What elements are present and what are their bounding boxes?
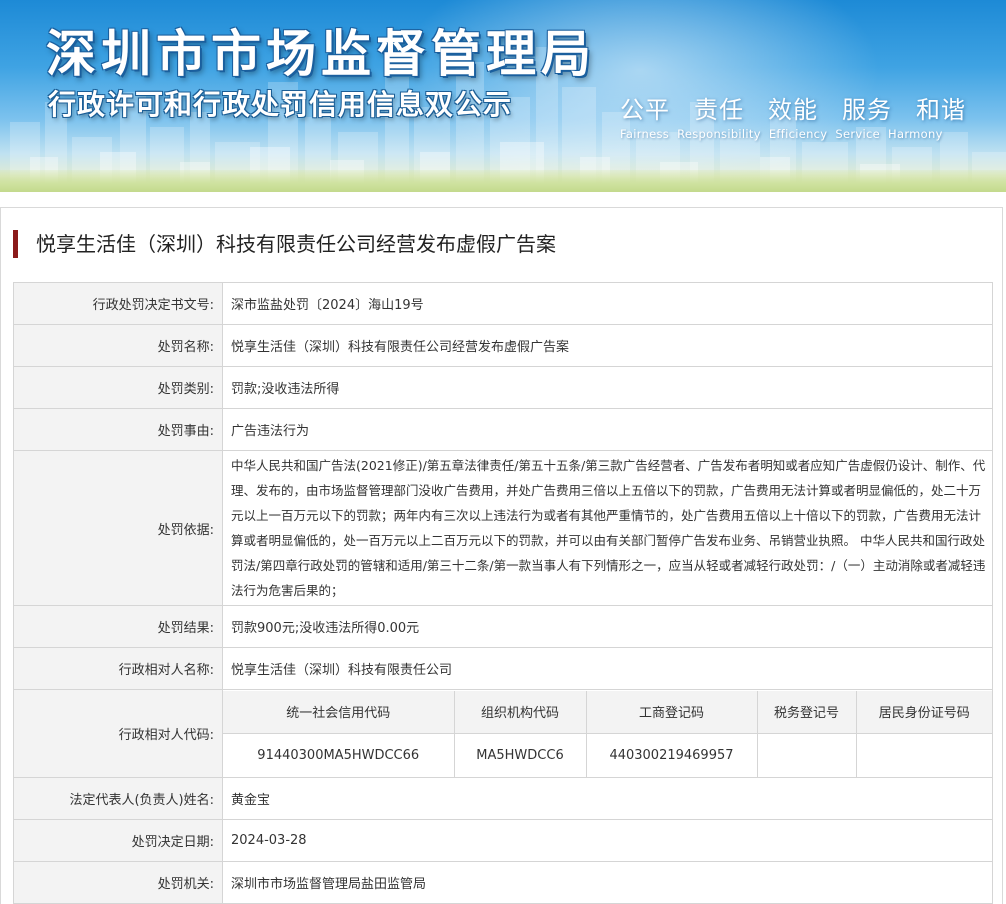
table-row: 处罚类别: 罚款;没收违法所得 — [13, 366, 993, 409]
table-row: 行政处罚决定书文号: 深市监盐处罚〔2024〕海山19号 — [13, 282, 993, 325]
banner-title: 深圳市市场监督管理局 — [46, 25, 596, 83]
party-codes-table: 统一社会信用代码 组织机构代码 工商登记码 税务登记号 居民身份证号码 9144… — [223, 690, 992, 777]
decision-date-label: 处罚决定日期: — [13, 819, 223, 862]
motto-word-en: Fairness — [620, 127, 670, 141]
motto-word: 公平 — [620, 96, 670, 124]
motto-word: 效能 — [768, 96, 818, 124]
credit-code-header: 统一社会信用代码 — [223, 690, 455, 734]
codes-header-row: 统一社会信用代码 组织机构代码 工商登记码 税务登记号 居民身份证号码 — [223, 690, 992, 734]
motto-word: 服务 — [842, 96, 892, 124]
penalty-basis-label: 处罚依据: — [13, 450, 223, 606]
party-name-value: 悦享生活佳（深圳）科技有限责任公司 — [222, 647, 993, 690]
penalty-basis-value: 中华人民共和国广告法(2021修正)/第五章法律责任/第五十五条/第三款广告经营… — [222, 450, 993, 606]
org-code-value: MA5HWDCC6 — [453, 733, 587, 777]
decision-date-value: 2024-03-28 — [222, 819, 993, 862]
penalty-name-label: 处罚名称: — [13, 324, 223, 367]
penalty-result-value: 罚款900元;没收违法所得0.00元 — [222, 605, 993, 648]
party-name-label: 行政相对人名称: — [13, 647, 223, 690]
codes-value-row: 91440300MA5HWDCC66 MA5HWDCC6 44030021946… — [223, 733, 992, 777]
tax-reg-header: 税务登记号 — [756, 690, 857, 734]
table-row: 处罚名称: 悦享生活佳（深圳）科技有限责任公司经营发布虚假广告案 — [13, 324, 993, 367]
penalty-category-label: 处罚类别: — [13, 366, 223, 409]
case-title: 悦享生活佳（深圳）科技有限责任公司经营发布虚假广告案 — [13, 230, 556, 258]
authority-value: 深圳市市场监督管理局盐田监管局 — [222, 861, 993, 904]
table-row: 行政相对人代码: 统一社会信用代码 组织机构代码 工商登记码 税务登记号 居民身… — [13, 689, 993, 778]
legal-rep-value: 黄金宝 — [222, 777, 993, 820]
legal-rep-label: 法定代表人(负责人)姓名: — [13, 777, 223, 820]
table-row: 行政相对人名称: 悦享生活佳（深圳）科技有限责任公司 — [13, 647, 993, 690]
motto-chinese: 公平 责任 效能 服务 和谐 — [620, 90, 966, 125]
table-row: 法定代表人(负责人)姓名: 黄金宝 — [13, 777, 993, 820]
table-row: 处罚事由: 广告违法行为 — [13, 408, 993, 451]
motto-word: 责任 — [694, 96, 744, 124]
decision-no-label: 行政处罚决定书文号: — [13, 282, 223, 325]
table-row: 处罚机关: 深圳市市场监督管理局盐田监管局 — [13, 861, 993, 904]
business-reg-header: 工商登记码 — [585, 690, 758, 734]
party-code-cell: 统一社会信用代码 组织机构代码 工商登记码 税务登记号 居民身份证号码 9144… — [222, 689, 993, 778]
motto-word-en: Harmony — [888, 127, 943, 141]
penalty-reason-value: 广告违法行为 — [222, 408, 993, 451]
business-reg-value: 440300219469957 — [585, 733, 758, 777]
id-card-value — [855, 733, 992, 777]
table-row: 处罚决定日期: 2024-03-28 — [13, 819, 993, 862]
motto-word-en: Responsibility — [677, 127, 761, 141]
motto-english: Fairness Responsibility Efficiency Service H… — [620, 127, 966, 141]
table-row: 处罚依据: 中华人民共和国广告法(2021修正)/第五章法律责任/第五十五条/第… — [13, 450, 993, 606]
motto-word: 和谐 — [916, 96, 966, 124]
penalty-info-table: 行政处罚决定书文号: 深市监盐处罚〔2024〕海山19号 处罚名称: 悦享生活佳… — [13, 282, 993, 904]
decision-no-value: 深市监盐处罚〔2024〕海山19号 — [222, 282, 993, 325]
penalty-reason-label: 处罚事由: — [13, 408, 223, 451]
motto-word-en: Service — [835, 127, 881, 141]
case-detail-card: 悦享生活佳（深圳）科技有限责任公司经营发布虚假广告案 行政处罚决定书文号: 深市… — [0, 207, 1003, 904]
banner-motto: 公平 责任 效能 服务 和谐 Fairness Responsibility Efficie… — [620, 90, 966, 141]
banner-grass — [0, 170, 1006, 192]
penalty-result-label: 处罚结果: — [13, 605, 223, 648]
authority-label: 处罚机关: — [13, 861, 223, 904]
id-card-header: 居民身份证号码 — [855, 690, 992, 734]
motto-word-en: Efficiency — [768, 127, 828, 141]
banner-subtitle: 行政许可和行政处罚信用信息双公示 — [48, 88, 513, 121]
tax-reg-value — [756, 733, 857, 777]
org-code-header: 组织机构代码 — [453, 690, 587, 734]
penalty-category-value: 罚款;没收违法所得 — [222, 366, 993, 409]
table-row: 处罚结果: 罚款900元;没收违法所得0.00元 — [13, 605, 993, 648]
credit-code-value: 91440300MA5HWDCC66 — [223, 733, 455, 777]
header-banner: 深圳市市场监督管理局 行政许可和行政处罚信用信息双公示 公平 责任 效能 服务 和谐 F… — [0, 0, 1006, 192]
party-code-label: 行政相对人代码: — [13, 689, 223, 778]
penalty-name-value: 悦享生活佳（深圳）科技有限责任公司经营发布虚假广告案 — [222, 324, 993, 367]
